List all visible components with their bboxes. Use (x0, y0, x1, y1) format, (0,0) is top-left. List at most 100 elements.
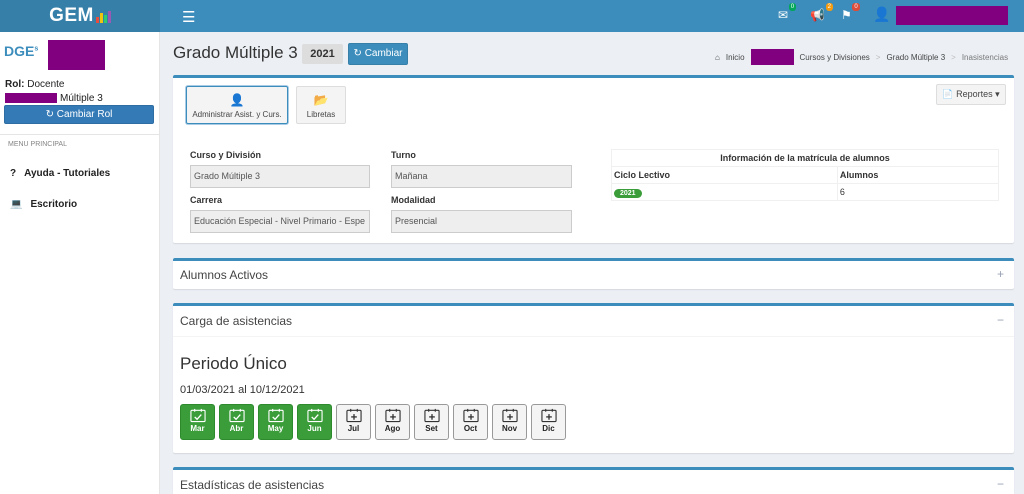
breadcrumb-school-redacted[interactable] (750, 49, 794, 65)
alumnos-count: 6 (836, 183, 1000, 201)
box-title[interactable]: Carga de asistencias (180, 314, 292, 328)
role-info: Rol: Docente (5, 79, 64, 90)
role-label: Rol: (5, 79, 25, 90)
logo-bars-icon (95, 9, 111, 23)
flag-icon[interactable]: ⚑ 0 (841, 3, 860, 22)
month-label: Nov (501, 424, 518, 433)
school-logo-redacted (48, 40, 105, 70)
home-icon: ⌂ (715, 52, 720, 62)
estadisticas-box: Estadísticas de asistencias − (173, 467, 1014, 494)
carrera-label: Carrera (190, 195, 223, 205)
reports-label: Reportes (956, 89, 993, 99)
libretas-tile[interactable]: 📂 Libretas (296, 86, 346, 124)
dge-logo-text: DGE (4, 43, 35, 59)
sidebar-item-ayuda[interactable]: ? Ayuda - Tutoriales (0, 162, 160, 184)
modalidad-label: Modalidad (391, 195, 436, 205)
month-button[interactable]: Set (414, 404, 449, 440)
month-label: Jul (347, 424, 360, 433)
carga-asistencias-box: Carga de asistencias − Periodo Único 01/… (173, 303, 1014, 453)
month-button[interactable]: Abr (219, 404, 254, 440)
change-course-button[interactable]: ↻ Cambiar (348, 43, 408, 65)
collapse-icon[interactable]: − (997, 313, 1004, 327)
month-button[interactable]: Mar (180, 404, 215, 440)
top-navbar: GEM ☰ ✉ 0 📢 2 ⚑ 0 👤 (0, 0, 1024, 32)
messages-badge: 0 (788, 3, 797, 11)
box-title[interactable]: Estadísticas de asistencias (180, 478, 324, 492)
box-title[interactable]: Alumnos Activos (180, 268, 268, 282)
month-button[interactable]: Jul (336, 404, 371, 440)
curso-field: Grado Múltiple 3 (190, 165, 370, 188)
month-label: Ago (384, 424, 401, 433)
laptop-icon: 💻 (10, 198, 23, 210)
expand-icon[interactable]: + (997, 267, 1004, 281)
alumnos-activos-box: Alumnos Activos + (173, 258, 1014, 289)
month-button[interactable]: May (258, 404, 293, 440)
period-dates: 01/03/2021 al 10/12/2021 (180, 384, 305, 396)
collapse-icon[interactable]: − (997, 477, 1004, 491)
calendar-plus-icon (345, 408, 362, 423)
breadcrumb-current: Inasistencias (961, 52, 1009, 62)
ciclo-badge: 2021 (614, 188, 642, 198)
period-title: Periodo Único (180, 354, 287, 373)
user-name-redacted[interactable] (896, 6, 1008, 25)
announcements-badge: 2 (825, 3, 833, 11)
year-badge: 2021 (302, 44, 343, 64)
breadcrumb-grado[interactable]: Grado Múltiple 3 (886, 53, 945, 62)
change-course-label: Cambiar (364, 48, 403, 59)
sidebar-item-label: Escritorio (30, 198, 78, 210)
refresh-icon: ↻ (353, 48, 362, 59)
calendar-check-icon (189, 408, 206, 423)
column-header: Alumnos (836, 166, 1000, 184)
logo-text: GEM (49, 5, 94, 26)
matricula-caption: Información de la matrícula de alumnos (611, 149, 999, 167)
folder-open-icon: 📂 (313, 93, 329, 107)
page-title: Grado Múltiple 3 - (173, 43, 309, 62)
hamburger-icon[interactable]: ☰ (182, 8, 195, 26)
alerts-badge: 0 (852, 3, 860, 11)
month-button[interactable]: Nov (492, 404, 527, 440)
reports-dropdown[interactable]: 📄 Reportes ▾ (936, 84, 1006, 105)
box-divider (173, 336, 1014, 337)
calendar-check-icon (267, 408, 284, 423)
change-role-button[interactable]: ↻ Cambiar Rol (4, 105, 154, 124)
change-role-label: Cambiar Rol (56, 109, 113, 120)
tile-label: Administrar Asist. y Curs. (192, 110, 282, 119)
month-button[interactable]: Jun (297, 404, 332, 440)
sidebar: DGEs Rol: Docente Múltiple 3 ↻ Cambiar R… (0, 32, 160, 494)
calendar-plus-icon (462, 408, 479, 423)
column-header: Ciclo Lectivo (611, 166, 838, 184)
month-label: Mar (190, 424, 205, 433)
sidebar-divider (0, 134, 160, 135)
breadcrumb-separator: > (875, 52, 881, 62)
breadcrumb-cursos[interactable]: Cursos y Divisiones (800, 53, 870, 62)
sidebar-item-label: Ayuda - Tutoriales (24, 167, 111, 179)
month-label: Oct (463, 424, 478, 433)
role-school-redacted (5, 93, 57, 104)
calendar-plus-icon (501, 408, 518, 423)
bullhorn-icon[interactable]: 📢 2 (810, 3, 833, 22)
month-button[interactable]: Oct (453, 404, 488, 440)
dge-logo: DGEs (4, 43, 39, 59)
month-label: May (267, 424, 284, 433)
month-label: Dic (542, 424, 555, 433)
menu-header: MENU PRINCIPAL (8, 141, 67, 148)
calendar-plus-icon (384, 408, 401, 423)
modalidad-field: Presencial (391, 210, 572, 233)
matricula-table: Información de la matrícula de alumnos C… (611, 149, 1000, 201)
curso-label: Curso y División (190, 150, 262, 160)
envelope-icon[interactable]: ✉ 0 (778, 3, 797, 22)
month-button[interactable]: Dic (531, 404, 566, 440)
sidebar-item-escritorio[interactable]: 💻 Escritorio (0, 193, 160, 215)
breadcrumb-home[interactable]: Inicio (726, 53, 745, 62)
month-button[interactable]: Ago (375, 404, 410, 440)
calendar-plus-icon (540, 408, 557, 423)
month-label: Jun (307, 424, 322, 433)
app-logo[interactable]: GEM (0, 0, 160, 32)
user-card-icon: 👤 (229, 93, 245, 107)
month-label: Set (425, 424, 438, 433)
user-icon[interactable]: 👤 (873, 6, 890, 23)
administrar-tile[interactable]: 👤 Administrar Asist. y Curs. (186, 86, 288, 124)
breadcrumb-separator: > (951, 52, 956, 62)
turno-label: Turno (391, 150, 416, 160)
role-course: Múltiple 3 (5, 93, 103, 104)
